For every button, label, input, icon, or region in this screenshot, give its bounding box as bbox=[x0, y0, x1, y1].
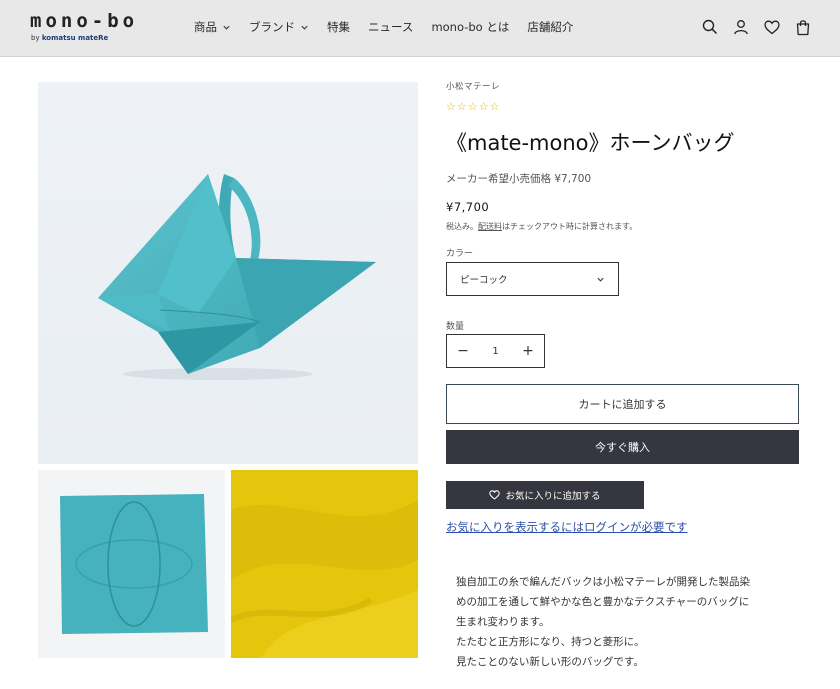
flat-bag-illustration bbox=[60, 494, 208, 634]
shipping-link[interactable]: 配送料 bbox=[478, 222, 502, 231]
heart-icon bbox=[489, 490, 501, 500]
quantity-input[interactable]: 1 bbox=[492, 346, 498, 357]
nav-item-products[interactable]: 商品 bbox=[194, 19, 231, 35]
add-favorite-button[interactable]: お気に入りに追加する bbox=[446, 481, 644, 509]
main-nav: 商品 ブランド 特集 ニュース mono-bo とは 店舗紹介 bbox=[194, 19, 591, 35]
nav-item-news[interactable]: ニュース bbox=[368, 19, 413, 35]
add-favorite-label: お気に入りに追加する bbox=[505, 491, 601, 502]
description-line: 生まれ変わります。 bbox=[456, 616, 550, 628]
nav-item-stores[interactable]: 店舗紹介 bbox=[527, 19, 573, 35]
search-icon[interactable] bbox=[701, 17, 719, 37]
description-line: 独自加工の糸で編んだバックは小松マテーレが開発した製品染 bbox=[456, 576, 750, 588]
nav-item-about[interactable]: mono-bo とは bbox=[431, 19, 509, 35]
quantity-increase-button[interactable]: + bbox=[512, 343, 544, 359]
site-header: mono-bo by komatsu mateRe 商品 ブランド 特集 ニュー… bbox=[0, 0, 840, 57]
chevron-down-icon bbox=[301, 25, 308, 30]
bag-illustration bbox=[98, 174, 376, 380]
header-icons bbox=[701, 17, 812, 37]
nav-label: ブランド bbox=[249, 20, 295, 34]
fabric-texture bbox=[231, 470, 418, 658]
description-line: めの加工を通して鮮やかな色と豊かなテクスチャーのバッグに bbox=[456, 596, 750, 608]
quantity-stepper: − 1 + bbox=[446, 334, 545, 368]
logo-byline: by komatsu mateRe bbox=[31, 34, 108, 42]
product-title: 《mate-mono》ホーンバッグ bbox=[446, 131, 735, 155]
product-image-flat[interactable] bbox=[38, 470, 225, 658]
tax-note: 税込み。配送料はチェックアウト時に計算されます。 bbox=[446, 221, 637, 232]
logo-by-text: by bbox=[31, 34, 42, 42]
add-to-cart-button[interactable]: カートに追加する bbox=[446, 384, 799, 424]
description-line: 見たことのない新しい形のバッグです。 bbox=[456, 656, 644, 668]
favorite-login-link[interactable]: お気に入りを表示するにはログインが必要です bbox=[446, 519, 688, 535]
heart-icon[interactable] bbox=[763, 17, 781, 37]
tax-prefix: 税込み。 bbox=[446, 222, 478, 231]
nav-label: 商品 bbox=[194, 20, 217, 34]
logo-wordmark: mono-bo bbox=[30, 10, 139, 32]
cart-icon[interactable] bbox=[794, 17, 812, 37]
chevron-down-icon bbox=[597, 277, 604, 282]
buy-now-button[interactable]: 今すぐ購入 bbox=[446, 430, 799, 464]
product-description: 独自加工の糸で編んだバックは小松マテーレが開発した製品染 めの加工を通して鮮やか… bbox=[456, 572, 796, 672]
product-image-texture[interactable] bbox=[231, 470, 418, 658]
chevron-down-icon bbox=[223, 25, 230, 30]
product-image-main[interactable] bbox=[38, 82, 418, 464]
color-select[interactable]: ピーコック bbox=[446, 262, 619, 296]
quantity-decrease-button[interactable]: − bbox=[447, 343, 479, 359]
nav-item-features[interactable]: 特集 bbox=[327, 19, 350, 35]
nav-label: mono-bo とは bbox=[431, 20, 510, 34]
description-line: たたむと正方形になり、持つと菱形に。 bbox=[456, 636, 645, 648]
site-logo[interactable]: mono-bo by komatsu mateRe bbox=[30, 10, 170, 50]
nav-label: 特集 bbox=[327, 20, 350, 34]
color-select-value: ピーコック bbox=[460, 275, 508, 286]
account-icon[interactable] bbox=[732, 17, 750, 37]
color-label: カラー bbox=[446, 249, 474, 259]
product-vendor: 小松マテーレ bbox=[446, 82, 501, 92]
rating-stars: ☆☆☆☆☆ bbox=[446, 100, 501, 113]
logo-brand: komatsu mateRe bbox=[41, 34, 109, 42]
nav-label: 店舗紹介 bbox=[527, 20, 574, 34]
product-price: ¥7,700 bbox=[446, 200, 490, 214]
msrp-price: メーカー希望小売価格 ¥7,700 bbox=[446, 173, 592, 185]
nav-item-brands[interactable]: ブランド bbox=[249, 19, 309, 35]
nav-label: ニュース bbox=[368, 20, 414, 34]
quantity-label: 数量 bbox=[446, 322, 465, 332]
tax-suffix: はチェックアウト時に計算されます。 bbox=[502, 222, 638, 231]
